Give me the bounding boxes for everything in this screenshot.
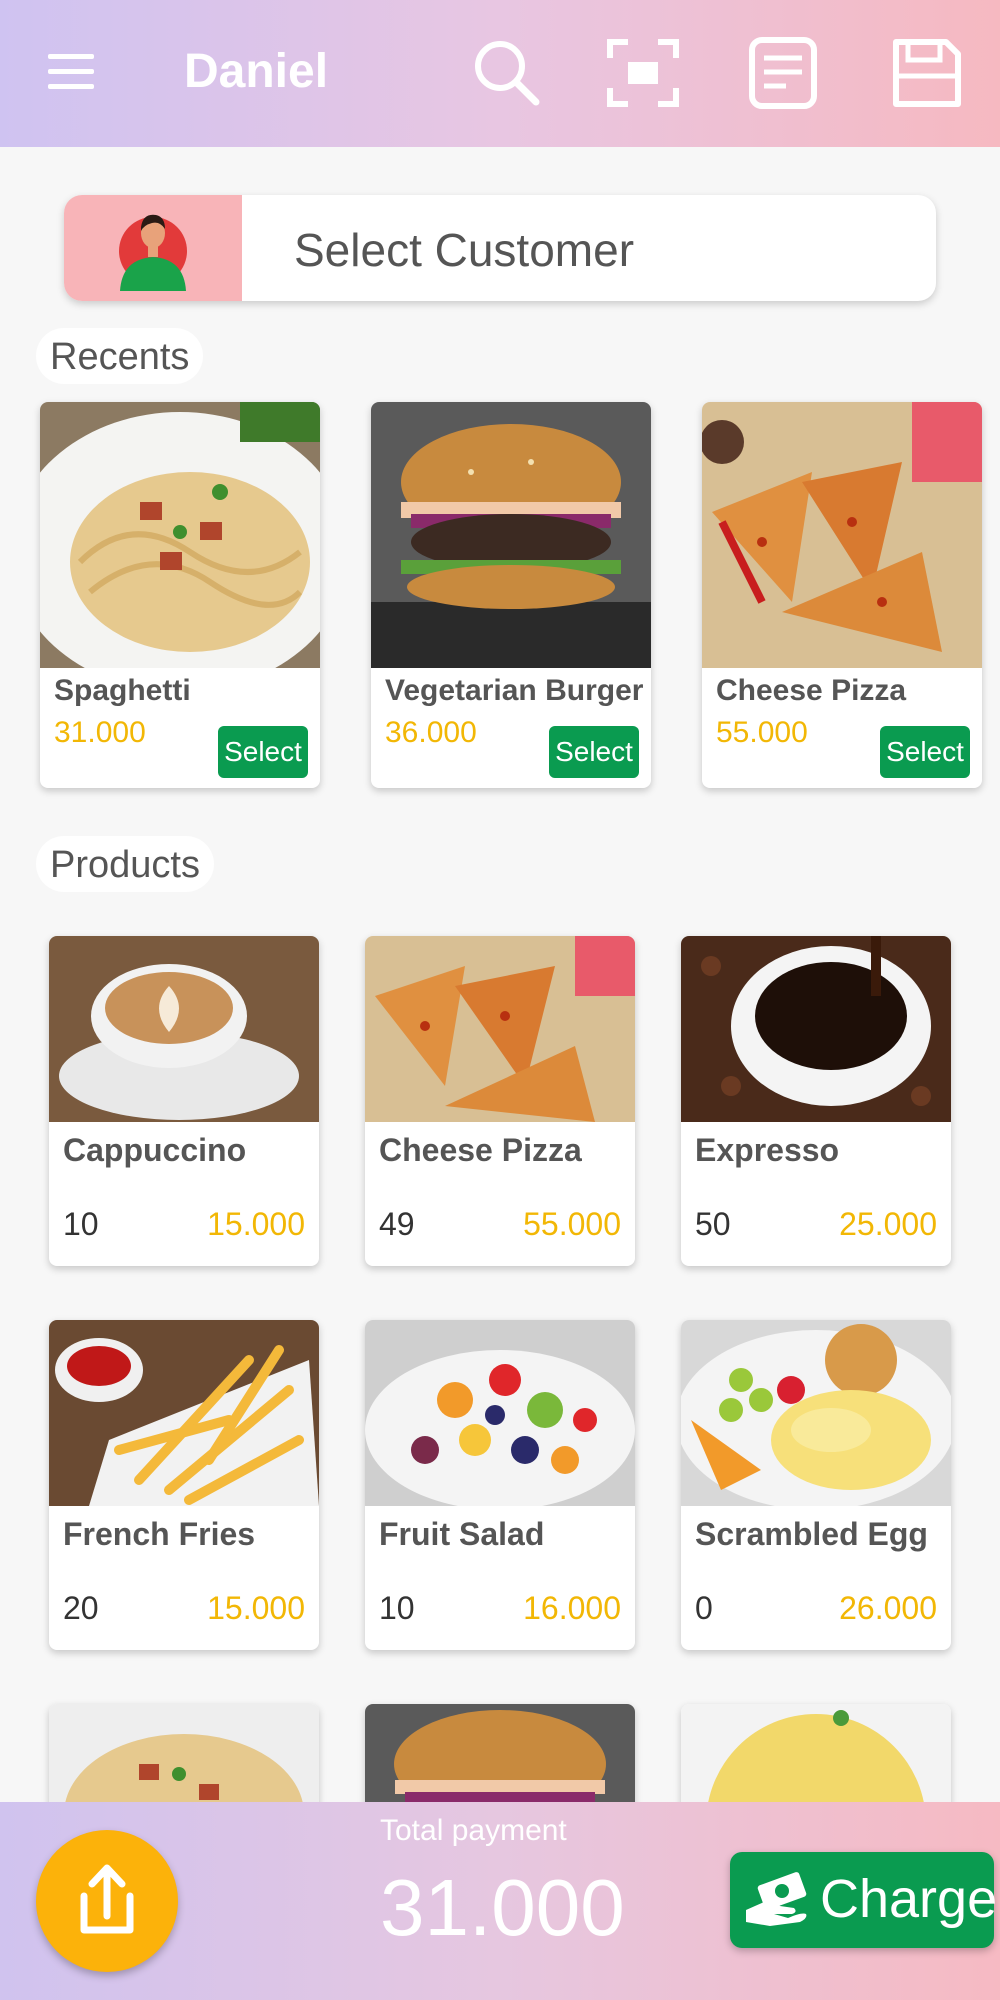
save-icon[interactable] <box>890 36 964 110</box>
products-heading: Products <box>36 836 214 892</box>
cheese-pizza-image <box>365 936 635 1122</box>
recent-item-name: Vegetarian Burger <box>385 674 644 707</box>
search-icon[interactable] <box>470 36 544 110</box>
app-bar: Daniel <box>0 0 1000 147</box>
product-price: 55.000 <box>523 1206 621 1242</box>
customer-avatar-icon <box>64 195 242 301</box>
upload-button[interactable] <box>36 1830 178 1972</box>
scrambled-egg-image <box>681 1320 951 1510</box>
select-button[interactable]: Select <box>549 726 639 778</box>
product-card[interactable]: Cheese Pizza 49 55.000 <box>365 936 635 1266</box>
cheese-pizza-image <box>702 402 982 668</box>
total-payment-value: 31.000 <box>380 1863 625 1952</box>
product-stock: 0 <box>695 1590 713 1626</box>
receipt-icon[interactable] <box>746 36 820 110</box>
recents-heading: Recents <box>36 328 204 384</box>
recent-item-price: 31.000 <box>54 716 146 749</box>
product-stock: 50 <box>695 1206 731 1242</box>
recent-item-card[interactable]: Vegetarian Burger 36.000 Select <box>371 402 651 788</box>
recent-item-price: 55.000 <box>716 716 808 749</box>
product-card[interactable]: Expresso 50 25.000 <box>681 936 951 1266</box>
total-payment-label: Total payment <box>380 1814 567 1847</box>
recent-item-name: Cheese Pizza <box>716 674 907 707</box>
upload-icon <box>80 1864 134 1934</box>
customer-placeholder: Select Customer <box>294 224 635 276</box>
select-button[interactable]: Select <box>218 726 308 778</box>
select-customer-button[interactable]: Select Customer <box>64 195 936 301</box>
charge-label: Charge <box>820 1869 998 1929</box>
product-price: 15.000 <box>207 1590 305 1626</box>
product-card[interactable]: French Fries 20 15.000 <box>49 1320 319 1650</box>
recent-item-card[interactable]: Cheese Pizza 55.000 Select <box>702 402 982 788</box>
vegetarian-burger-image <box>371 402 651 668</box>
product-name: French Fries <box>63 1516 256 1552</box>
product-name: Scrambled Egg <box>695 1516 928 1552</box>
cash-payment-icon <box>746 1872 807 1926</box>
product-card[interactable]: Scrambled Egg 0 26.000 <box>681 1320 951 1650</box>
product-price: 15.000 <box>207 1206 305 1242</box>
product-stock: 10 <box>63 1206 99 1242</box>
product-stock: 49 <box>379 1206 415 1242</box>
product-price: 16.000 <box>523 1590 621 1626</box>
product-price: 25.000 <box>839 1206 937 1242</box>
charge-button[interactable]: Charge <box>730 1852 998 1948</box>
app-title: Daniel <box>184 45 329 98</box>
product-name: Fruit Salad <box>379 1516 545 1552</box>
product-name: Expresso <box>695 1132 840 1168</box>
product-stock: 10 <box>379 1590 415 1626</box>
menu-icon[interactable] <box>44 50 98 94</box>
fruit-salad-image <box>365 1320 635 1510</box>
recent-item-name: Spaghetti <box>54 674 191 707</box>
expresso-image <box>681 936 951 1122</box>
cappuccino-image <box>49 936 319 1122</box>
scan-icon[interactable] <box>606 36 680 110</box>
product-name: Cheese Pizza <box>379 1132 582 1168</box>
recent-item-card[interactable]: Spaghetti 31.000 Select <box>40 402 320 788</box>
product-price: 26.000 <box>839 1590 937 1626</box>
product-stock: 20 <box>63 1590 99 1626</box>
select-button[interactable]: Select <box>880 726 970 778</box>
recent-item-price: 36.000 <box>385 716 477 749</box>
product-card[interactable]: Fruit Salad 10 16.000 <box>365 1320 635 1650</box>
product-card[interactable]: Cappuccino 10 15.000 <box>49 936 319 1266</box>
spaghetti-image <box>40 402 320 692</box>
product-name: Cappuccino <box>63 1132 247 1168</box>
french-fries-image <box>49 1320 319 1506</box>
